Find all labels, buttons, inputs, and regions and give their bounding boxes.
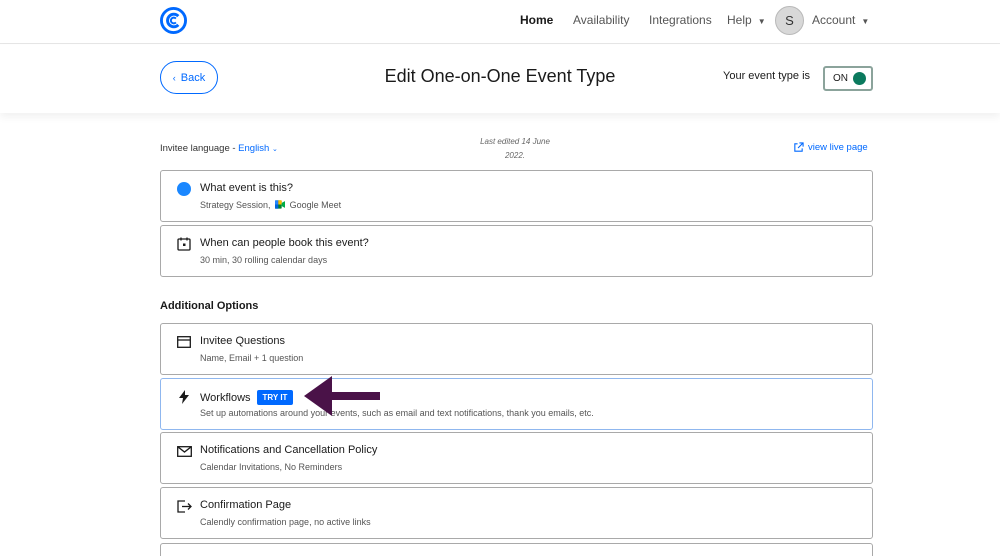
try-it-badge[interactable]: TRY IT	[256, 390, 294, 405]
additional-options-heading: Additional Options	[160, 300, 259, 312]
last-edited-line-2: 2022.	[504, 151, 526, 160]
nav-help-label: Help	[727, 13, 752, 27]
invitee-language-label: Invitee language -	[160, 143, 236, 154]
card-subtitle: Set up automations around your events, s…	[200, 408, 594, 418]
top-nav: Home Availability Integrations Help ▼ S A…	[0, 0, 1000, 44]
view-live-page-link[interactable]: view live page	[793, 142, 868, 153]
nav-account-label: Account	[812, 13, 856, 27]
last-edited-line-1: Last edited 14 June	[480, 137, 550, 146]
external-link-icon	[794, 142, 804, 152]
card-title: What event is this?	[200, 182, 293, 194]
nav-integrations[interactable]: Integrations	[649, 13, 712, 27]
card-subtitle: Strategy Session, Google Meet	[200, 200, 341, 210]
toggle-label: ON	[833, 73, 848, 84]
event-color-dot-icon	[176, 181, 192, 197]
event-location: Google Meet	[289, 200, 342, 210]
nav-home[interactable]: Home	[520, 13, 553, 27]
card-title: Invitee Questions	[200, 335, 285, 347]
notifications-card[interactable]: Notifications and Cancellation Policy Ca…	[160, 432, 873, 484]
chevron-down-icon: ▼	[861, 17, 870, 26]
nav-account[interactable]: Account ▼	[812, 13, 869, 27]
card-subtitle: Calendly confirmation page, no active li…	[200, 517, 371, 527]
calendly-logo-icon[interactable]	[160, 7, 187, 34]
nav-help[interactable]: Help ▼	[727, 13, 766, 27]
card-title: Confirmation Page	[200, 499, 292, 511]
confirmation-page-card[interactable]: Confirmation Page Calendly confirmation …	[160, 487, 873, 539]
invitee-language: Invitee language - English ⌄	[160, 143, 278, 154]
view-live-label: view live page	[808, 142, 868, 153]
form-icon	[176, 334, 192, 350]
envelope-icon	[176, 443, 192, 459]
nav-availability[interactable]: Availability	[573, 13, 629, 27]
event-details-card[interactable]: What event is this? Strategy Session, Go…	[160, 170, 873, 222]
lightning-icon	[176, 389, 192, 405]
booking-window-card[interactable]: When can people book this event? 30 min,…	[160, 225, 873, 277]
chevron-down-icon: ▼	[757, 17, 766, 26]
exit-arrow-icon	[176, 498, 192, 514]
avatar[interactable]: S	[775, 6, 804, 35]
card-title: Notifications and Cancellation Policy	[200, 444, 378, 456]
annotation-arrow-icon	[304, 376, 380, 416]
event-on-toggle[interactable]: ON	[823, 66, 873, 91]
card-subtitle: Name, Email + 1 question	[200, 353, 304, 363]
language-value: English	[238, 143, 270, 154]
event-name: Strategy Session,	[200, 200, 271, 210]
card-title: When can people book this event?	[200, 237, 369, 249]
chevron-down-icon: ⌄	[271, 146, 278, 153]
last-edited: Last edited 14 June 2022.	[460, 135, 570, 163]
calendar-icon	[176, 236, 192, 252]
toggle-knob	[853, 72, 866, 85]
workflows-title: Workflows	[200, 392, 251, 404]
event-status-label: Your event type is	[723, 70, 811, 82]
card-subtitle: Calendar Invitations, No Reminders	[200, 462, 343, 472]
next-option-card[interactable]	[160, 543, 873, 556]
card-title: Workflows TRY IT	[200, 390, 294, 405]
page-header: ‹ Back Edit One-on-One Event Type Your e…	[0, 45, 1000, 113]
google-meet-icon	[275, 200, 286, 209]
card-subtitle: 30 min, 30 rolling calendar days	[200, 255, 328, 265]
language-dropdown[interactable]: English ⌄	[238, 143, 278, 154]
invitee-questions-card[interactable]: Invitee Questions Name, Email + 1 questi…	[160, 323, 873, 375]
workflows-card[interactable]: Workflows TRY IT Set up automations aroun…	[160, 378, 873, 430]
